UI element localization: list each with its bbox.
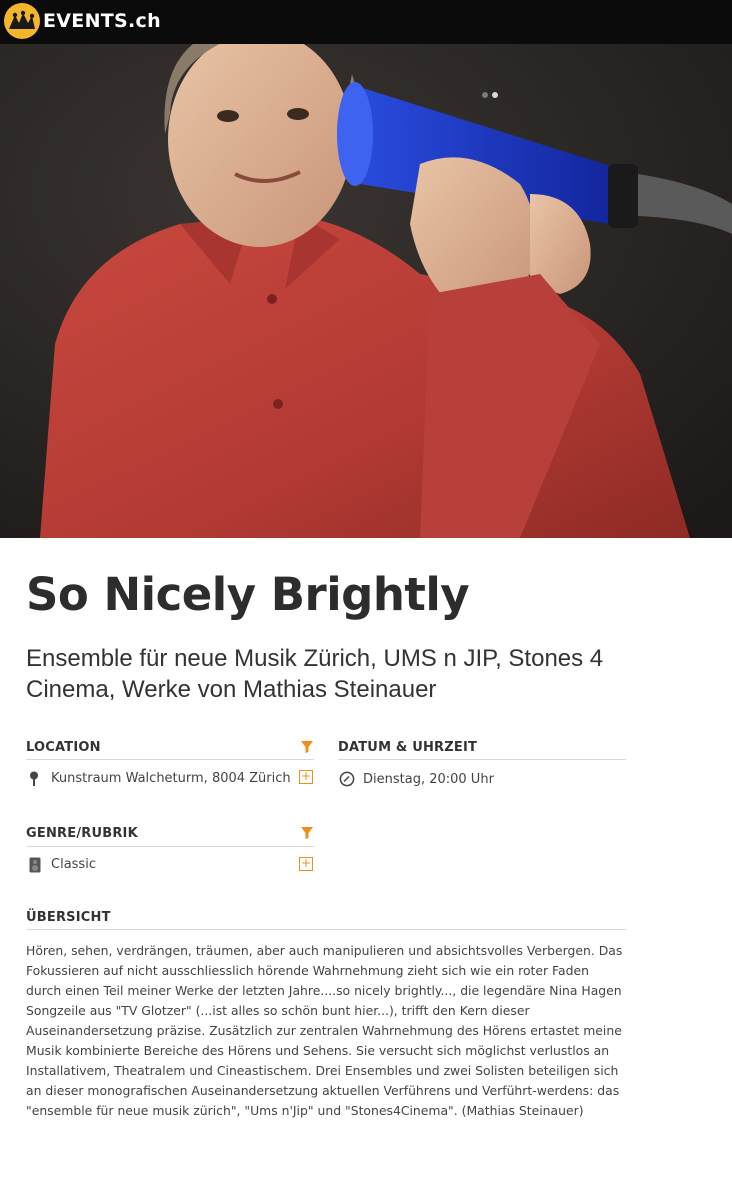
hero-image[interactable] [0,44,732,538]
add-genre-button[interactable]: + [299,857,313,871]
logo-badge-icon [4,3,40,39]
overview-text: Hören, sehen, verdrängen, träumen, aber … [26,943,623,1118]
location-divider [26,759,314,760]
hero-photo [0,44,732,538]
clock-icon [339,771,355,791]
event-title: So Nicely Brightly [26,568,470,621]
event-subtitle: Ensemble für neue Musik Zürich, UMS n JI… [26,645,604,703]
top-bar: EVENTS.ch [0,0,732,44]
genre-heading: GENRE/RUBRIK [26,826,138,841]
location-value[interactable]: Kunstraum Walcheturm, 8004 Zürich [51,771,291,786]
speaker-icon [29,857,41,877]
carousel-dot-1[interactable] [482,92,488,98]
datetime-heading: DATUM & UHRZEIT [338,740,478,755]
datetime-divider [338,759,626,760]
filter-icon[interactable] [300,825,314,839]
overview-divider [26,929,626,930]
genre-divider [26,846,314,847]
location-heading: LOCATION [26,740,101,755]
site-logo[interactable]: EVENTS.ch [4,3,161,39]
datetime-value: Dienstag, 20:00 Uhr [363,772,494,787]
overview-heading: ÜBERSICHT [26,910,111,925]
filter-icon[interactable] [300,739,314,753]
map-pin-icon [29,771,39,791]
carousel-dots [482,92,498,98]
carousel-dot-2[interactable] [492,92,498,98]
genre-value[interactable]: Classic [51,857,96,872]
logo-text: EVENTS.ch [43,10,161,32]
add-location-button[interactable]: + [299,770,313,784]
